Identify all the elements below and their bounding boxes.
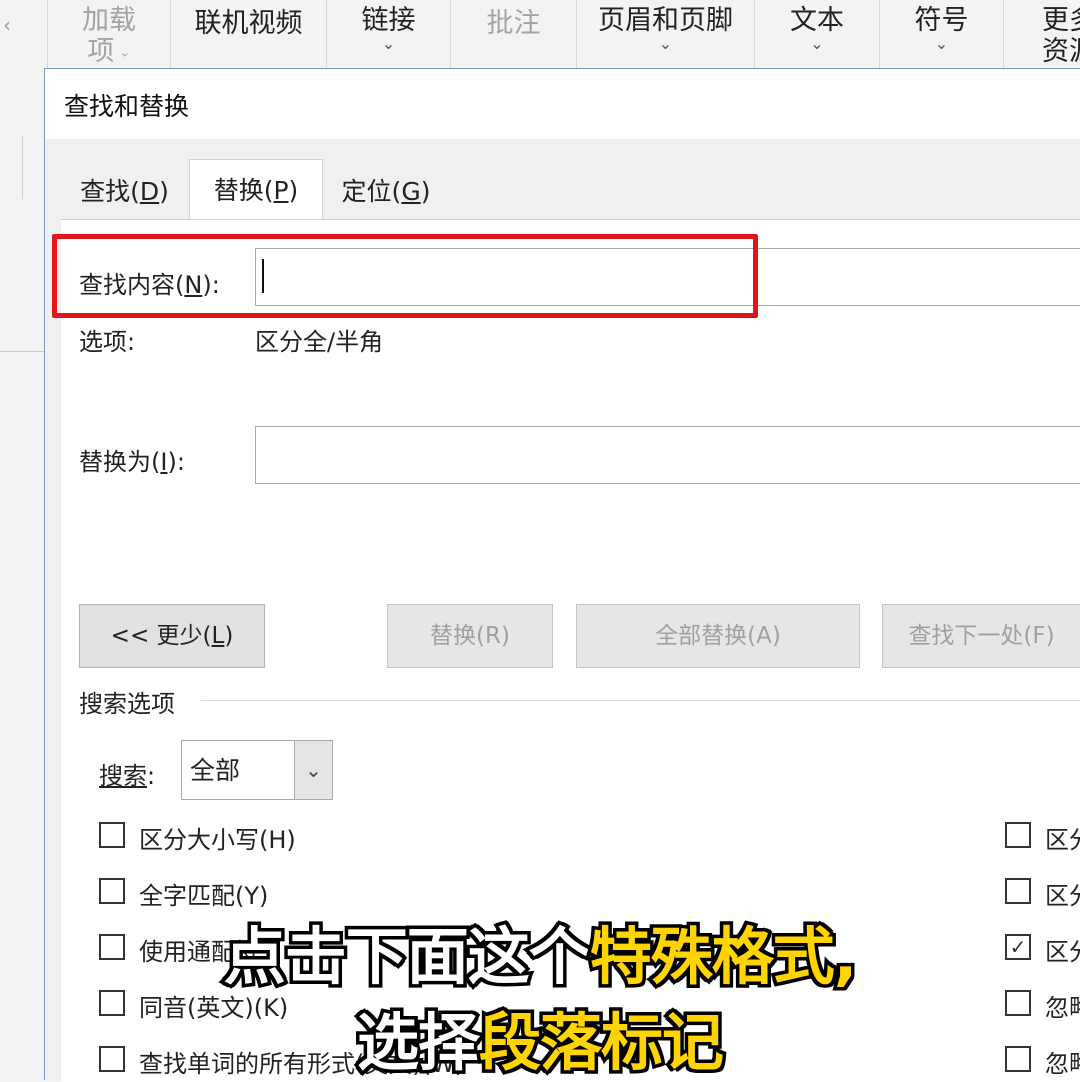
ribbon-link-label: 链接 [361,5,416,36]
chevron-down-icon: ⌄ [114,44,131,61]
checkbox-box[interactable] [99,878,125,904]
dialog-titlebar: 查找和替换 [45,69,1080,139]
ribbon-resources-label: 资源 [1042,36,1080,67]
chevron-down-icon: ⌄ [658,34,673,53]
ribbon-link-button[interactable]: 链接 ⌄ [326,0,450,68]
ribbon-left-column: ‹ [0,0,48,68]
ribbon-addins-label-line2: 项 ⌄ [87,36,131,67]
tab-find[interactable]: 查找(D) [61,167,188,219]
right-checkbox-1[interactable]: 区分 [1005,822,1080,852]
chevron-down-icon: ⌄ [934,34,949,53]
tab-replace[interactable]: 替换(P) [189,159,323,221]
ribbon-text-label: 文本 [790,5,844,36]
ribbon-comment-button[interactable]: 批注 [450,0,576,68]
ribbon-text-button[interactable]: 文本 ⌄ [754,0,879,68]
search-options-title: 搜索选项 [79,690,175,718]
options-value: 区分全/半角 [255,328,384,356]
replace-all-button[interactable]: 全部替换(A) [576,604,860,668]
ribbon-comment-label: 批注 [486,8,541,39]
search-direction-label: 搜索: [99,762,156,790]
ribbon-header-footer-button[interactable]: 页眉和页脚 ⌄ [576,0,754,68]
ribbon-scroll-left-icon[interactable]: ‹ [0,14,14,36]
caption-line-1: 点击下面这个特殊格式, [220,917,861,997]
ribbon-addins-button[interactable]: 加载 项 ⌄ [47,0,170,68]
tab-goto[interactable]: 定位(G) [325,167,447,219]
chevron-down-icon: ⌄ [810,34,824,53]
replace-with-input[interactable] [255,426,1080,484]
find-next-button[interactable]: 查找下一处(F) [882,604,1080,668]
less-button[interactable]: << 更少(L) [79,604,265,668]
ribbon-online-video-button[interactable]: 联机视频 [170,0,326,68]
ribbon-symbol-label: 符号 [914,5,969,36]
ribbon-more-resources-button[interactable]: 更多 资源 [1003,0,1080,68]
ribbon-more-label: 更多 [1042,5,1080,36]
replace-with-label: 替换为(I): [79,448,185,476]
search-direction-select[interactable]: 全部 ⌄ [181,740,333,800]
chevron-down-icon[interactable]: ⌄ [294,741,332,799]
right-checkbox-2[interactable]: 区分 [1005,878,1080,908]
checkbox-box[interactable] [1005,878,1031,904]
checkbox-box[interactable] [99,822,125,848]
dialog-title: 查找和替换 [64,92,190,121]
ribbon: ‹ 加载 项 ⌄ 联机视频 链接 ⌄ 批注 页眉和页脚 ⌄ 文本 ⌄ 符号 ⌄ … [0,0,1080,69]
search-direction-value: 全部 [190,756,241,785]
checkbox-box[interactable] [1005,822,1031,848]
replace-button[interactable]: 替换(R) [387,604,553,668]
highlight-annotation [52,234,758,318]
options-label: 选项: [79,328,136,356]
ribbon-online-video-label: 联机视频 [194,8,303,39]
ribbon-symbol-button[interactable]: 符号 ⌄ [879,0,1003,68]
ribbon-addins-label: 加载 [82,5,136,36]
chevron-down-icon: ⌄ [381,34,396,53]
dialog-tabs: 查找(D) 替换(P) 定位(G) [61,159,1080,221]
ribbon-header-footer-label: 页眉和页脚 [598,5,733,36]
caption-line-2: 选择段落标记 [353,1003,727,1082]
section-divider [201,700,1080,701]
